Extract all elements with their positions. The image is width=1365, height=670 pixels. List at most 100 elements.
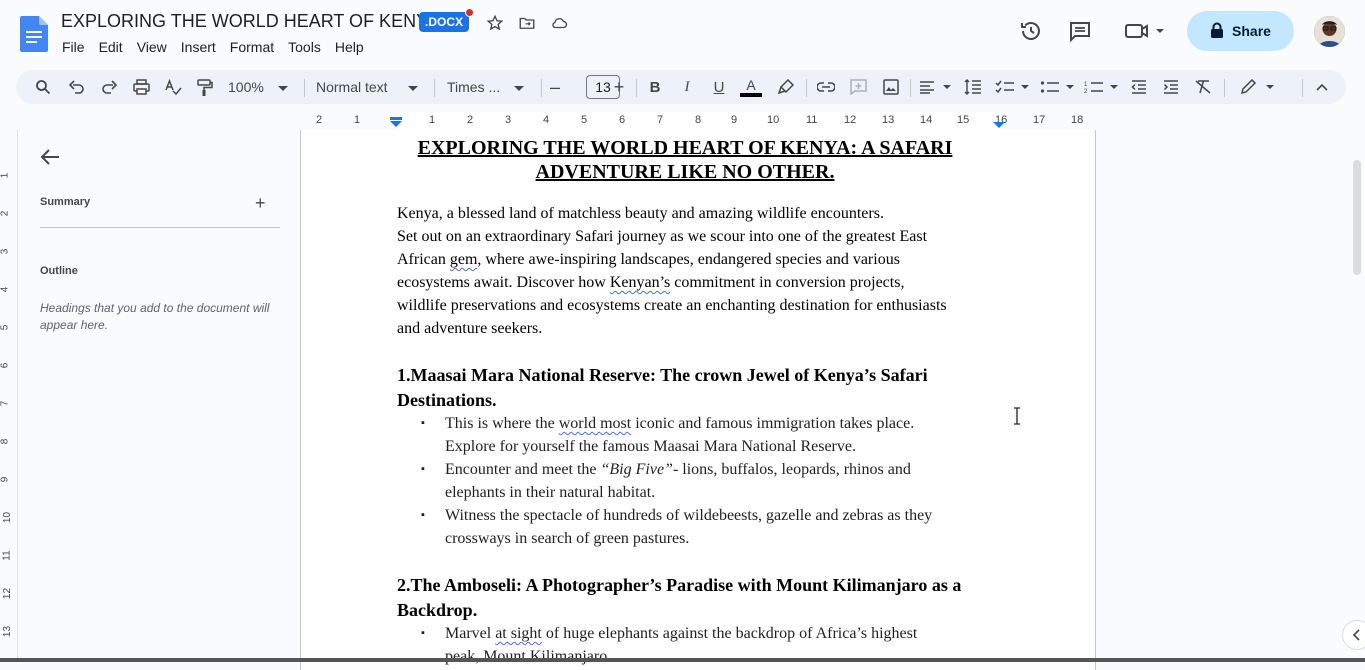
checklist-dropdown[interactable]: [995, 75, 1031, 99]
list-line: Encounter and meet the “Big Five”- lions…: [445, 458, 985, 481]
comments-icon[interactable]: [1068, 19, 1092, 43]
ruler-number: 10: [2, 511, 14, 524]
ruler-number: 18: [1071, 114, 1084, 126]
heading-line: ADVENTURE LIKE NO OTHER.: [535, 161, 835, 183]
cloud-status-icon[interactable]: [547, 11, 571, 35]
insert-link-icon[interactable]: [815, 75, 837, 99]
intro-paragraph[interactable]: Kenya, a blessed land of matchless beaut…: [397, 202, 997, 340]
ruler-number: 6: [0, 362, 11, 369]
ruler-number: 3: [0, 248, 11, 255]
zoom-select[interactable]: 100%: [228, 75, 290, 99]
line-spacing-icon[interactable]: [962, 75, 984, 99]
show-side-panel-icon[interactable]: [1342, 620, 1365, 650]
back-arrow-icon[interactable]: [40, 148, 60, 171]
editing-mode-dropdown[interactable]: [1240, 75, 1276, 99]
ruler-number: 9: [0, 476, 11, 483]
notification-dot: [465, 8, 474, 17]
docs-logo-icon[interactable]: [20, 16, 48, 52]
highlight-icon[interactable]: [776, 75, 796, 99]
numbered-list-dropdown[interactable]: 12: [1084, 75, 1120, 99]
lock-icon: [1210, 22, 1224, 41]
text-color-icon[interactable]: A: [739, 75, 763, 99]
menu-tools[interactable]: Tools: [288, 38, 328, 56]
share-label: Share: [1232, 23, 1271, 39]
list-line: peak, Mount Kilimanjaro.: [445, 648, 612, 665]
undo-icon[interactable]: [66, 75, 88, 99]
italic-text: “Big Five”: [600, 461, 673, 478]
move-folder-icon[interactable]: [515, 11, 539, 35]
menu-help[interactable]: Help: [335, 38, 371, 56]
list-line: Marvel at sight of huge elephants agains…: [445, 622, 985, 645]
collapse-menus-icon[interactable]: [1312, 75, 1332, 99]
menu-format[interactable]: Format: [230, 38, 281, 56]
bullet-icon: ▪: [421, 417, 425, 429]
avatar[interactable]: [1314, 16, 1345, 47]
ruler-number: 13: [882, 114, 895, 126]
document-heading[interactable]: EXPLORING THE WORLD HEART OF KENYA: A SA…: [397, 136, 973, 184]
list-line: crossways in search of green pastures.: [445, 530, 690, 547]
docx-badge[interactable]: .DOCX: [419, 12, 470, 32]
bulleted-list-dropdown[interactable]: [1040, 75, 1076, 99]
menu-bar: File Edit View Insert Format Tools Help: [62, 38, 378, 56]
window-bottom-edge: [0, 658, 1365, 662]
share-button[interactable]: Share: [1187, 11, 1294, 51]
menu-file[interactable]: File: [62, 38, 92, 56]
scrollbar[interactable]: [1353, 160, 1361, 275]
ruler-number: 7: [0, 400, 11, 407]
menu-edit[interactable]: Edit: [99, 38, 130, 56]
paragraph-line: African gem, where awe-inspiring landsca…: [397, 248, 997, 271]
heading-line: 2.The Amboseli: A Photographer’s Paradis…: [397, 575, 962, 595]
ruler-number: 12: [2, 587, 14, 600]
text-run: - lions, buffalos, leopards, rhinos and: [672, 461, 911, 478]
paint-format-icon[interactable]: [194, 75, 216, 99]
insert-image-icon[interactable]: [880, 75, 902, 99]
star-icon[interactable]: [483, 11, 507, 35]
decrease-indent-icon[interactable]: [1128, 75, 1150, 99]
grammar-suggestion[interactable]: world most: [559, 415, 631, 432]
spelling-suggestion[interactable]: gem: [450, 251, 478, 268]
toolbar-divider: [1302, 79, 1303, 97]
add-comment-icon[interactable]: [847, 75, 869, 99]
menu-insert[interactable]: Insert: [181, 38, 223, 56]
underline-icon[interactable]: U: [709, 75, 729, 99]
clear-formatting-icon[interactable]: [1192, 75, 1214, 99]
ruler-number: 8: [0, 438, 11, 445]
bullet-icon: ▪: [421, 627, 425, 639]
font-select[interactable]: Times ...: [447, 75, 527, 99]
ruler-number: 10: [767, 114, 780, 126]
paragraph-line: Kenya, a blessed land of matchless beaut…: [397, 205, 884, 222]
add-summary-icon[interactable]: +: [255, 193, 266, 214]
bold-icon[interactable]: B: [645, 75, 665, 99]
increase-font-size-icon[interactable]: +: [610, 75, 628, 99]
chevron-down-icon: [278, 79, 288, 95]
ruler-number: 6: [619, 114, 626, 126]
list-line: Witness the spectacle of hundreds of wil…: [445, 507, 933, 524]
version-history-icon[interactable]: [1019, 19, 1043, 43]
align-dropdown[interactable]: [919, 75, 953, 99]
decrease-font-size-icon[interactable]: –: [546, 75, 564, 99]
toolbar-divider: [434, 79, 435, 97]
spellcheck-icon[interactable]: [162, 75, 184, 99]
search-menus-icon[interactable]: [32, 75, 54, 99]
italic-icon[interactable]: I: [677, 75, 697, 99]
spelling-suggestion[interactable]: Kenyan’s: [610, 274, 670, 291]
grammar-suggestion[interactable]: at sight: [495, 625, 542, 642]
document-title[interactable]: EXPLORING THE WORLD HEART OF KENYA: [61, 11, 439, 32]
redo-icon[interactable]: [98, 75, 120, 99]
ruler-number: 4: [0, 286, 11, 293]
text-run: Marvel: [445, 625, 496, 642]
meet-dropdown-icon[interactable]: [1124, 19, 1168, 43]
increase-indent-icon[interactable]: [1160, 75, 1182, 99]
print-icon[interactable]: [130, 75, 152, 99]
toolbar-divider: [806, 79, 807, 97]
text-run: African: [397, 251, 450, 268]
menu-view[interactable]: View: [137, 38, 174, 56]
style-select[interactable]: Normal text: [316, 75, 420, 99]
section-heading-1[interactable]: 1.Maasai Mara National Reserve: The crow…: [397, 363, 997, 412]
toolbar-divider: [910, 79, 911, 97]
formatting-toolbar: 100% Normal text Times ... – 13 + B I U …: [16, 70, 1346, 104]
section-heading-2[interactable]: 2.The Amboseli: A Photographer’s Paradis…: [397, 573, 997, 622]
ruler-number: 15: [957, 114, 970, 126]
zoom-value: 100%: [228, 79, 264, 95]
ruler-number: 1: [429, 114, 436, 126]
